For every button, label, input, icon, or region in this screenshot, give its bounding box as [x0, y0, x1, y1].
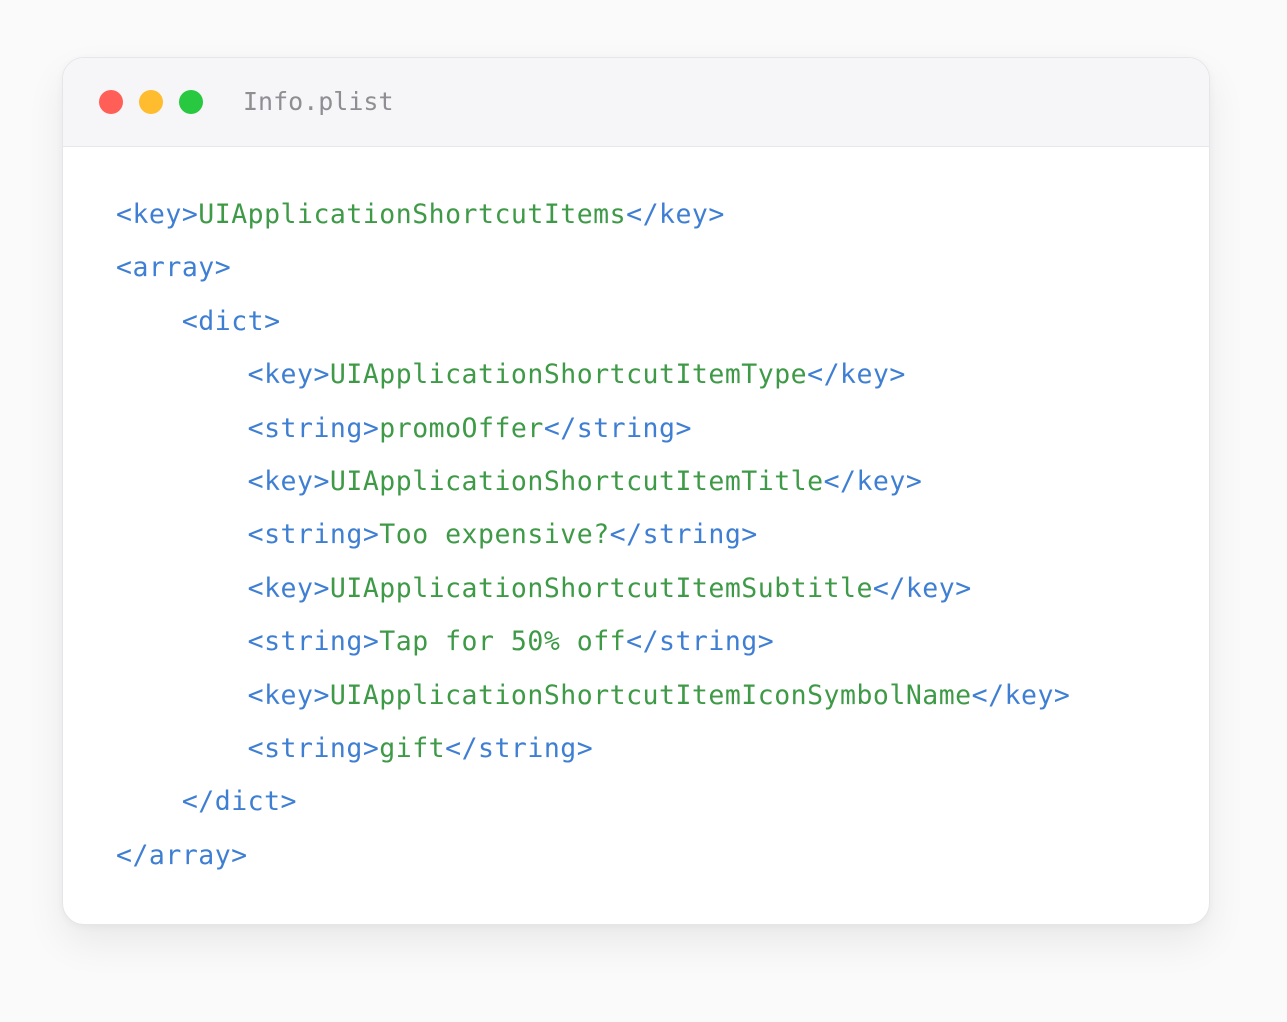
code-line: <string>Too expensive?</string>: [116, 508, 1070, 561]
window-titlebar: Info.plist: [63, 58, 1209, 147]
minimize-window-button[interactable]: [139, 90, 163, 114]
code-open-tag: <string>: [247, 626, 380, 658]
code-open-tag: </array>: [116, 839, 248, 871]
code-value: Tap for 50% off: [379, 626, 627, 658]
code-window: Info.plist <key>UIApplicationShortcutIte…: [62, 57, 1210, 925]
code-value: promoOffer: [379, 412, 544, 444]
code-open-tag: </dict>: [181, 786, 298, 818]
code-open-tag: <key>: [247, 465, 330, 497]
code-line: <array>: [116, 241, 1070, 294]
code-close-tag: </string>: [445, 732, 594, 764]
code-value: Too expensive?: [379, 519, 610, 551]
code-close-tag: </key>: [807, 359, 906, 391]
code-close-tag: </string>: [543, 412, 692, 444]
code-close-tag: </key>: [971, 679, 1071, 711]
code-line: </array>: [116, 829, 1070, 882]
code-open-tag: <string>: [247, 519, 380, 551]
code-close-tag: </key>: [626, 199, 725, 230]
code-close-tag: </string>: [626, 626, 775, 658]
code-line: </dict>: [116, 775, 1070, 828]
code-open-tag: <dict>: [181, 305, 281, 337]
code-line: <dict>: [116, 295, 1070, 348]
code-line: <key>UIApplicationShortcutItemType</key>: [116, 348, 1070, 401]
code-close-tag: </key>: [823, 465, 923, 497]
code-value: UIApplicationShortcutItems: [198, 199, 627, 230]
code-open-tag: <key>: [247, 679, 330, 711]
code-line: <key>UIApplicationShortcutItems</key>: [116, 188, 1070, 241]
code-close-tag: </key>: [872, 572, 972, 604]
code-open-tag: <key>: [247, 572, 330, 604]
code-value: UIApplicationShortcutItemIconSymbolName: [329, 679, 972, 711]
code-value: UIApplicationShortcutItemTitle: [329, 465, 824, 497]
code-line: <string>Tap for 50% off</string>: [116, 615, 1070, 668]
code-value: gift: [379, 732, 446, 764]
code-value: UIApplicationShortcutItemSubtitle: [329, 572, 873, 604]
code-line: <string>promoOffer</string>: [116, 402, 1070, 455]
maximize-window-button[interactable]: [179, 90, 203, 114]
code-open-tag: <string>: [247, 412, 380, 444]
code-open-tag: <string>: [247, 732, 380, 764]
code-block: <key>UIApplicationShortcutItems</key> <ar…: [116, 188, 1070, 882]
code-line: <key>UIApplicationShortcutItemSubtitle</…: [116, 562, 1070, 615]
code-line: <string>gift</string>: [116, 722, 1070, 775]
code-line: <key>UIApplicationShortcutItemTitle</key…: [116, 455, 1070, 508]
code-value: UIApplicationShortcutItemType: [329, 359, 808, 391]
code-line: <key>UIApplicationShortcutItemIconSymbol…: [116, 669, 1070, 722]
close-window-button[interactable]: [99, 90, 123, 114]
code-open-tag: <key>: [247, 359, 330, 391]
code-open-tag: <array>: [116, 252, 232, 284]
file-name: Info.plist: [243, 87, 394, 116]
code-close-tag: </string>: [609, 519, 758, 551]
code-open-tag: <key>: [116, 199, 199, 230]
